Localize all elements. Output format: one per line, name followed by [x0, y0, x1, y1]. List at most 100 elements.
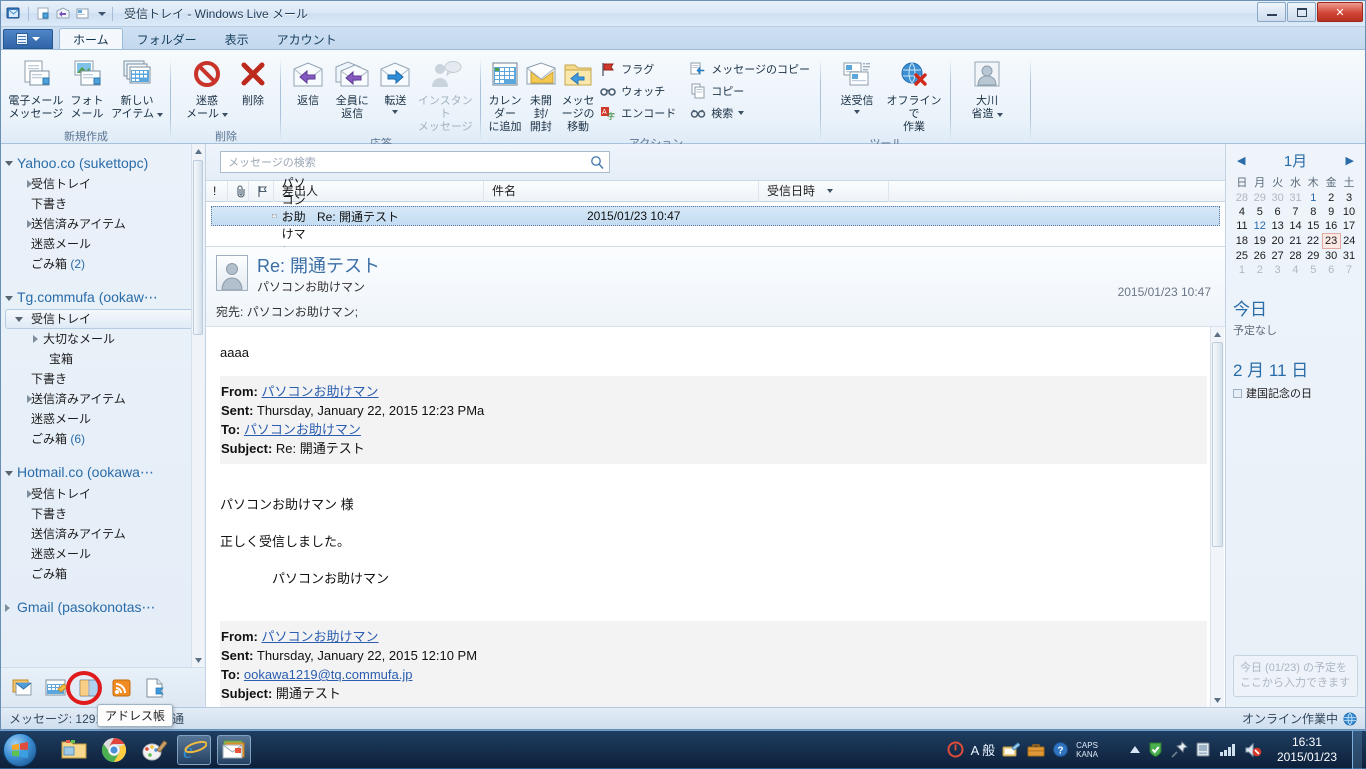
sidebar-item-hotmail-sent[interactable]: 送信済みアイテム	[1, 524, 205, 544]
show-desktop-button[interactable]	[1352, 731, 1362, 769]
taskbar-item-internet-explorer[interactable]: e	[177, 735, 211, 765]
windows-start-orb[interactable]	[3, 733, 37, 767]
holiday-entry[interactable]: 建国記念の日	[1233, 385, 1358, 401]
column-subject[interactable]: 件名	[484, 181, 759, 202]
status-online-state[interactable]: オンライン作業中	[1242, 710, 1357, 727]
find-button[interactable]: 検索	[687, 102, 815, 124]
sidebar-item-commufa-sent[interactable]: 送信済みアイテム	[1, 389, 205, 409]
calendar-day[interactable]: 27	[1269, 249, 1287, 264]
calendar-day[interactable]: 1	[1233, 263, 1251, 277]
sidebar-item-commufa-junk[interactable]: 迷惑メール	[1, 409, 205, 429]
reply-all-button[interactable]: 全員に 返信	[329, 55, 375, 124]
taskbar-clock[interactable]: 16:31 2015/01/23	[1269, 735, 1345, 765]
calendar-day[interactable]: 6	[1322, 263, 1340, 277]
ime-mode-indicator[interactable]: A 般	[971, 740, 996, 759]
sidebar-item-yahoo-drafts[interactable]: 下書き	[1, 194, 205, 214]
send-receive-icon[interactable]	[75, 5, 92, 22]
show-hidden-icons-icon[interactable]	[1130, 746, 1140, 754]
quick-access-toolbar[interactable]	[1, 5, 116, 22]
move-message-button[interactable]: メッセージの 移動	[559, 55, 597, 137]
taskbar-item-explorer[interactable]	[57, 735, 91, 765]
pencil-pad-icon[interactable]	[1002, 742, 1020, 758]
volume-muted-icon[interactable]	[1244, 742, 1262, 758]
copy-button[interactable]: コピー	[687, 80, 815, 102]
calendar-grid[interactable]: 日 月 火 水 木 金 土 28 29 30 31 1	[1233, 173, 1358, 277]
chevron-down-icon[interactable]	[157, 113, 163, 117]
chevron-down-icon[interactable]	[738, 111, 744, 115]
calendar-day[interactable]: 2	[1322, 191, 1340, 205]
sidebar-item-commufa-treasure[interactable]: 宝箱	[1, 349, 205, 369]
calendar-day[interactable]: 4	[1287, 263, 1305, 277]
chevron-down-icon[interactable]	[997, 113, 1003, 117]
restore-button[interactable]	[1287, 2, 1316, 22]
message-list-header[interactable]: ! 差出人 件名 受信日時	[206, 181, 1225, 202]
chevron-expanded-icon[interactable]	[15, 317, 23, 326]
chevron-right-icon[interactable]	[5, 604, 10, 612]
taskbar-item-windows-live-mail[interactable]	[217, 735, 251, 765]
security-shield-icon[interactable]	[1147, 741, 1164, 758]
tab-home[interactable]: ホーム	[59, 28, 123, 49]
quote2-from-value[interactable]: パソコンお助けマン	[261, 629, 378, 644]
calendar-day[interactable]: 17	[1340, 219, 1358, 234]
calendar-day[interactable]: 7	[1287, 205, 1305, 219]
quote1-from-value[interactable]: パソコンお助けマン	[261, 384, 378, 399]
close-button[interactable]: ✕	[1317, 2, 1363, 22]
taskbar-item-paint[interactable]	[137, 735, 171, 765]
scroll-up-icon[interactable]	[192, 144, 204, 158]
chevron-expanded-icon[interactable]	[5, 471, 13, 480]
calendar-day[interactable]: 8	[1304, 205, 1322, 219]
help-icon[interactable]: ?	[1052, 741, 1069, 758]
user-account-button[interactable]: 大川 省造	[959, 55, 1015, 124]
sort-descending-icon[interactable]	[827, 189, 833, 193]
chevron-expanded-icon[interactable]	[5, 161, 13, 170]
calendar-day[interactable]: 20	[1269, 234, 1287, 249]
account-hotmail[interactable]: Hotmail.co (ookawa⋯	[1, 461, 205, 484]
calendar-shortcut-icon[interactable]	[44, 677, 68, 699]
chevron-right-icon[interactable]	[33, 335, 38, 343]
calendar-day[interactable]: 30	[1269, 191, 1287, 205]
calendar-day[interactable]: 14	[1287, 219, 1305, 234]
calendar-day[interactable]: 6	[1269, 205, 1287, 219]
chevron-right-icon[interactable]	[27, 395, 32, 403]
delete-button[interactable]: 削除	[231, 55, 275, 111]
scroll-up-icon[interactable]	[1211, 327, 1224, 341]
calendar-day[interactable]: 30	[1322, 249, 1340, 264]
account-gmail[interactable]: Gmail (pasokonotas⋯	[1, 596, 205, 619]
sidebar-item-hotmail-inbox[interactable]: 受信トレイ	[1, 484, 205, 504]
calendar-day[interactable]: 25	[1233, 249, 1251, 264]
sidebar-shortcut-bar[interactable]: アドレス帳	[1, 667, 205, 707]
calendar-day[interactable]: 3	[1269, 263, 1287, 277]
sidebar-scrollbar[interactable]	[191, 144, 204, 667]
calendar-day[interactable]: 7	[1340, 263, 1358, 277]
sidebar-item-hotmail-junk[interactable]: 迷惑メール	[1, 544, 205, 564]
action-center-icon[interactable]	[947, 741, 964, 758]
chevron-right-icon[interactable]	[27, 220, 32, 228]
sidebar-item-yahoo-trash[interactable]: ごみ箱 (2)	[1, 254, 205, 274]
chevron-down-icon[interactable]	[392, 110, 398, 114]
toolbox-icon[interactable]	[1027, 742, 1045, 758]
watch-button[interactable]: ウォッチ	[597, 80, 681, 102]
search-input[interactable]: メッセージの検索	[220, 151, 610, 173]
new-mail-icon[interactable]	[35, 5, 52, 22]
calendar-day[interactable]: 4	[1233, 205, 1251, 219]
calendar-day[interactable]: 29	[1251, 191, 1269, 205]
calendar-day[interactable]: 13	[1269, 219, 1287, 234]
calendar-day[interactable]: 31	[1340, 249, 1358, 264]
calendar-day[interactable]: 3	[1340, 191, 1358, 205]
tab-folders[interactable]: フォルダー	[123, 28, 211, 49]
calendar-day[interactable]: 2	[1251, 263, 1269, 277]
device-icon[interactable]	[1195, 741, 1212, 758]
calendar-day[interactable]: 5	[1251, 205, 1269, 219]
customize-caret-icon[interactable]	[98, 12, 106, 16]
feeds-shortcut-icon[interactable]	[110, 677, 134, 699]
sidebar-item-yahoo-sent[interactable]: 送信済みアイテム	[1, 214, 205, 234]
mail-shortcut-icon[interactable]	[11, 677, 35, 699]
forward-button[interactable]: 転送	[375, 55, 415, 117]
taskbar-item-chrome[interactable]	[97, 735, 131, 765]
preview-scroll-thumb[interactable]	[1212, 342, 1223, 547]
photo-mail-button[interactable]: フォト メール	[65, 55, 109, 124]
caps-kana-indicator[interactable]: CAPS KANA	[1076, 741, 1098, 759]
sidebar-item-yahoo-inbox[interactable]: 受信トレイ	[1, 174, 205, 194]
calendar-day[interactable]: 26	[1251, 249, 1269, 264]
calendar-day[interactable]: 19	[1251, 234, 1269, 249]
